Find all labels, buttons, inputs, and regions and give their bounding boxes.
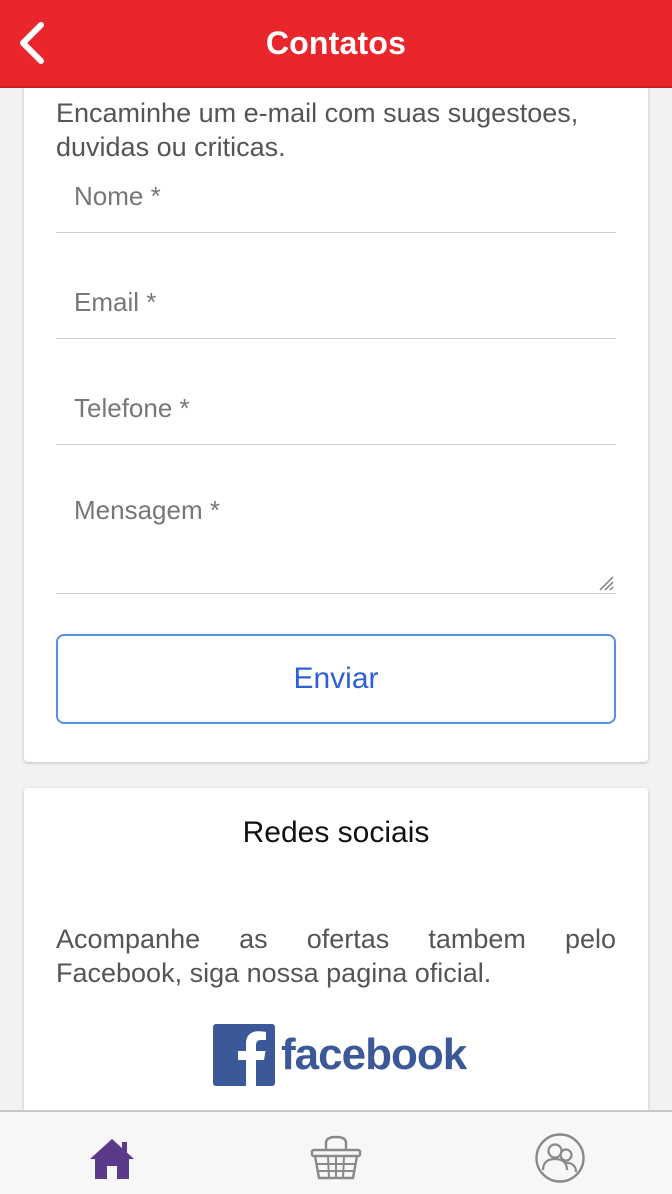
back-button[interactable] (10, 18, 54, 68)
name-field-wrapper (56, 160, 616, 233)
contact-form-card: Encaminhe um e-mail com suas sugestoes, … (24, 88, 648, 762)
facebook-icon (213, 1024, 275, 1086)
tab-account[interactable] (530, 1130, 590, 1186)
content-area[interactable]: Encaminhe um e-mail com suas sugestoes, … (0, 88, 672, 1110)
social-title: Redes sociais (242, 816, 430, 849)
resize-handle-icon[interactable] (596, 573, 614, 591)
send-button[interactable]: Enviar (56, 634, 616, 724)
page-title: Contatos (265, 24, 407, 61)
users-icon (535, 1133, 585, 1183)
tab-basket[interactable] (306, 1130, 366, 1186)
contact-intro-text: Encaminhe um e-mail com suas sugestoes, … (56, 98, 579, 162)
tab-home[interactable] (82, 1130, 142, 1186)
phone-field[interactable] (56, 372, 616, 444)
app-header: Contatos (0, 0, 672, 88)
email-field-wrapper (56, 266, 616, 339)
name-field[interactable] (56, 160, 616, 232)
social-text: Acompanhe as ofertas tambem pelo Faceboo… (56, 924, 616, 988)
chevron-left-icon (20, 22, 44, 64)
contacts-screen: Contatos Encaminhe um e-mail com suas su… (0, 0, 672, 1194)
basket-icon (310, 1135, 362, 1180)
message-field[interactable] (56, 478, 616, 593)
phone-field-wrapper (56, 372, 616, 445)
email-field[interactable] (56, 266, 616, 338)
home-icon (90, 1139, 134, 1179)
facebook-wordmark: facebook (281, 1030, 467, 1079)
social-card: Redes sociais Acompanhe as ofertas tambe… (24, 788, 648, 1110)
bottom-tab-bar (0, 1110, 672, 1194)
message-field-wrapper (56, 478, 616, 594)
facebook-logo-link[interactable]: facebook (213, 1024, 467, 1086)
